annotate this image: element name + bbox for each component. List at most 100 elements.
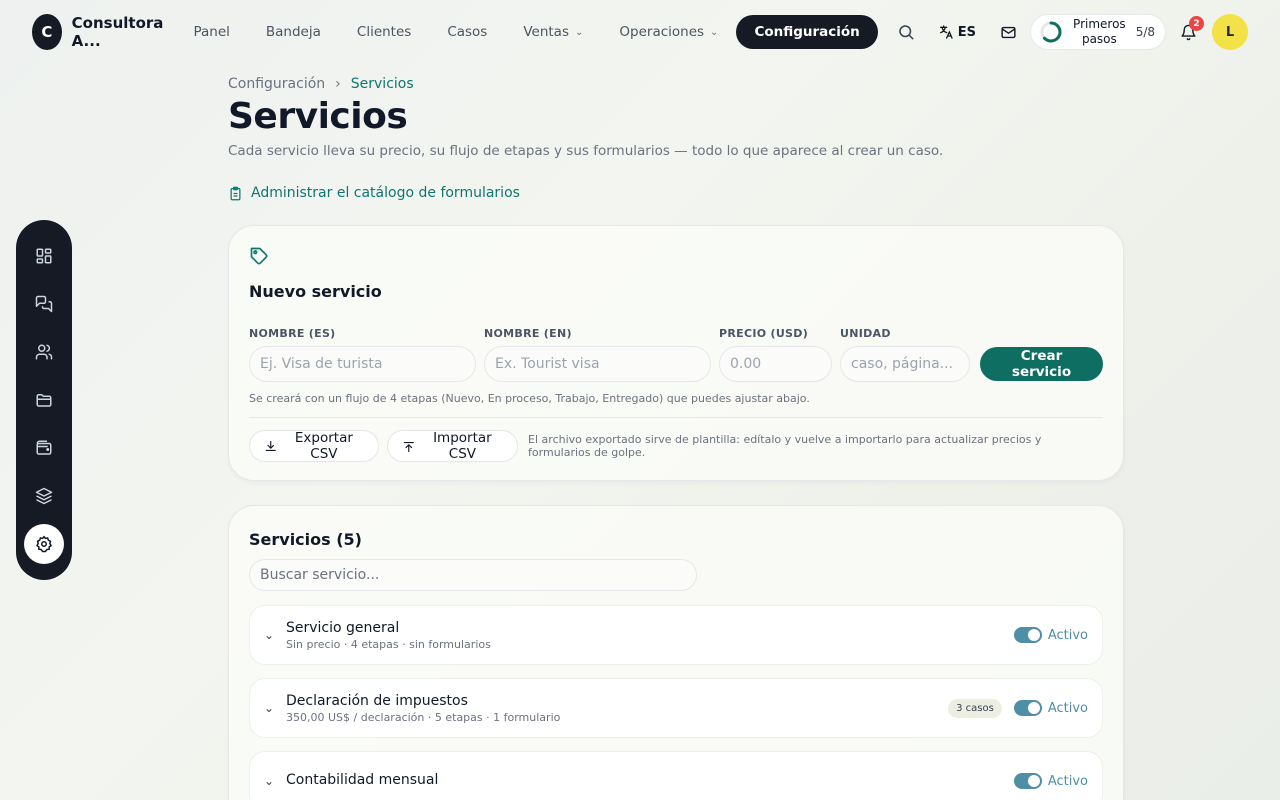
messages-button[interactable] xyxy=(990,14,1026,50)
nav-item-ventas[interactable]: Ventas ⌄ xyxy=(505,15,601,49)
name-es-field-group: NOMBRE (ES) xyxy=(249,327,476,382)
brand-name: Consultora A... xyxy=(71,14,164,50)
service-search-input[interactable] xyxy=(249,559,697,591)
service-active-toggle[interactable] xyxy=(1013,700,1042,716)
chevron-down-icon[interactable]: ⌄ xyxy=(264,628,286,642)
services-list-title: Servicios (5) xyxy=(249,530,362,549)
language-switcher[interactable]: ES xyxy=(924,24,990,40)
onboarding-count: 5/8 xyxy=(1135,25,1155,39)
price-input[interactable] xyxy=(719,346,832,382)
rail-sales-button[interactable] xyxy=(24,428,64,468)
price-field-group: PRECIO (USD) xyxy=(719,327,832,382)
name-en-input[interactable] xyxy=(484,346,711,382)
notifications-button[interactable]: 2 xyxy=(1170,14,1206,50)
nav-item-label: Clientes xyxy=(356,24,412,40)
service-info: Contabilidad mensual xyxy=(286,772,1014,790)
gear-icon xyxy=(36,535,52,553)
csv-actions: Exportar CSV Importar CSV El archivo exp… xyxy=(249,430,1103,462)
nav-item-label: Bandeja xyxy=(265,24,321,40)
page-subtitle: Cada servicio lleva su precio, su flujo … xyxy=(228,143,944,159)
rail-dashboard-button[interactable] xyxy=(24,236,64,276)
top-actions: ES Primeros pasos 5/8 2 L xyxy=(888,14,1248,50)
service-row[interactable]: ⌄ Declaración de impuestos 350,00 US$ / … xyxy=(249,678,1103,738)
service-row[interactable]: ⌄ Servicio general Sin precio · 4 etapas… xyxy=(249,605,1103,665)
service-status-label: Activo xyxy=(1047,773,1088,789)
service-name: Servicio general xyxy=(286,619,400,636)
unit-field-group: UNIDAD xyxy=(840,327,970,382)
rail-operations-button[interactable] xyxy=(24,476,64,516)
onboarding-label: Primeros pasos xyxy=(1073,17,1126,47)
new-service-form: NOMBRE (ES) NOMBRE (EN) PRECIO (USD) UNI… xyxy=(249,327,1103,382)
search-icon xyxy=(899,25,914,40)
side-rail xyxy=(16,220,72,580)
chevron-down-icon[interactable]: ⌄ xyxy=(264,701,286,715)
onboarding-progress-button[interactable]: Primeros pasos 5/8 xyxy=(1030,14,1166,50)
nav-item-label: Casos xyxy=(447,24,488,40)
nav-item-label: Configuración xyxy=(754,24,860,40)
service-name: Contabilidad mensual xyxy=(286,772,439,788)
service-info: Servicio general Sin precio · 4 etapas ·… xyxy=(286,620,1014,651)
service-row[interactable]: ⌄ Contabilidad mensual Activo xyxy=(249,751,1103,800)
download-icon xyxy=(265,440,276,451)
name-es-input[interactable] xyxy=(249,346,476,382)
onboarding-label-line2: pasos xyxy=(1081,32,1117,46)
services-list-card: Servicios (5) ⌄ Servicio general Sin pre… xyxy=(228,505,1124,800)
tag-icon xyxy=(250,247,268,265)
chevron-down-icon[interactable]: ⌄ xyxy=(264,774,286,788)
service-status-label: Activo xyxy=(1047,700,1088,716)
service-active-toggle[interactable] xyxy=(1013,627,1042,643)
rail-cases-button[interactable] xyxy=(24,380,64,420)
name-en-label: NOMBRE (EN) xyxy=(484,327,572,340)
language-label: ES xyxy=(957,24,977,40)
brand[interactable]: C Consultora A... xyxy=(32,14,175,50)
price-label: PRECIO (USD) xyxy=(719,327,809,340)
cases-count-badge: 3 casos xyxy=(948,698,1002,718)
folder-icon xyxy=(36,394,52,407)
service-meta: Sin precio · 4 etapas · sin formularios xyxy=(286,637,491,651)
rail-settings-button[interactable] xyxy=(24,524,64,564)
csv-note: El archivo exportado sirve de plantilla:… xyxy=(528,433,1042,459)
new-service-title: Nuevo servicio xyxy=(249,282,382,301)
service-active-toggle[interactable] xyxy=(1013,773,1042,789)
progress-ring-icon xyxy=(1040,21,1062,43)
onboarding-label-line1: Primeros xyxy=(1073,17,1126,31)
unit-input[interactable] xyxy=(840,346,970,382)
nav-item-casos[interactable]: Casos xyxy=(429,15,505,49)
grid-icon xyxy=(36,248,52,264)
rail-inbox-button[interactable] xyxy=(24,284,64,324)
create-service-button[interactable]: Crear servicio xyxy=(980,347,1103,381)
export-csv-button[interactable]: Exportar CSV xyxy=(249,430,380,462)
nav-item-clientes[interactable]: Clientes xyxy=(339,15,429,49)
rail-clients-button[interactable] xyxy=(24,332,64,372)
service-info: Declaración de impuestos 350,00 US$ / de… xyxy=(286,693,948,724)
top-navigation-bar: C Consultora A... Panel Bandeja Clientes… xyxy=(0,0,1280,64)
service-status-label: Activo xyxy=(1047,627,1088,643)
user-avatar[interactable]: L xyxy=(1212,14,1248,50)
divider xyxy=(249,417,1103,418)
forms-catalog-link-label: Administrar el catálogo de formularios xyxy=(251,185,520,201)
forms-catalog-link[interactable]: Administrar el catálogo de formularios xyxy=(228,185,1124,201)
clipboard-icon xyxy=(230,186,241,200)
nav-item-panel[interactable]: Panel xyxy=(175,15,247,49)
search-button[interactable] xyxy=(888,14,924,50)
name-en-field-group: NOMBRE (EN) xyxy=(484,327,711,382)
export-csv-label: Exportar CSV xyxy=(294,430,353,462)
unit-label: UNIDAD xyxy=(840,327,891,340)
nav-item-configuracion[interactable]: Configuración xyxy=(736,15,878,49)
nav-item-bandeja[interactable]: Bandeja xyxy=(248,15,339,49)
brand-logo: C xyxy=(32,14,62,50)
page-title: Servicios xyxy=(228,96,408,137)
service-name: Declaración de impuestos xyxy=(286,692,468,709)
main-content: Configuración › Servicios Servicios Cada… xyxy=(228,76,1124,800)
nav-item-label: Ventas xyxy=(523,24,569,40)
breadcrumb-parent-link[interactable]: Configuración xyxy=(228,76,325,92)
chevron-down-icon: ⌄ xyxy=(710,26,719,38)
users-icon xyxy=(35,344,53,360)
nav-item-operaciones[interactable]: Operaciones ⌄ xyxy=(601,15,736,49)
import-csv-button[interactable]: Importar CSV xyxy=(387,430,519,462)
chat-icon xyxy=(35,295,53,313)
new-service-card: Nuevo servicio NOMBRE (ES) NOMBRE (EN) P… xyxy=(228,225,1124,481)
breadcrumb-separator-icon: › xyxy=(335,76,341,92)
import-csv-label: Importar CSV xyxy=(433,430,492,462)
breadcrumb-current: Servicios xyxy=(350,76,414,92)
